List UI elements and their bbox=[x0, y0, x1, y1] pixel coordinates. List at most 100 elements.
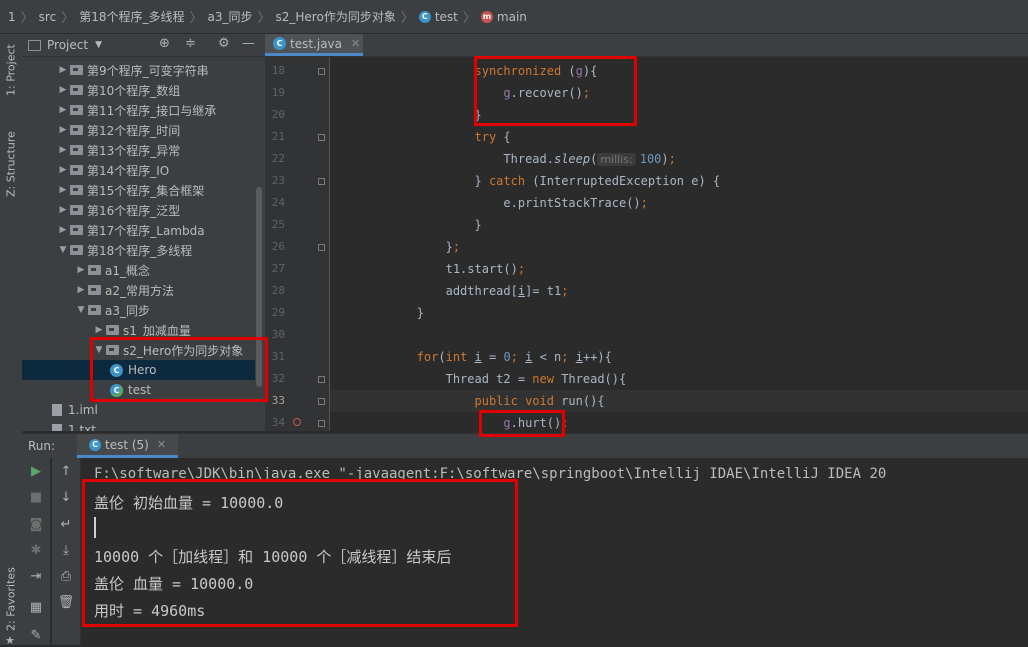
project-view-selector[interactable]: Project ▼ bbox=[28, 38, 102, 52]
tree-item[interactable]: ▶ 第13个程序_异常 bbox=[22, 140, 255, 160]
expand-arrow-right-icon[interactable]: ▶ bbox=[56, 85, 70, 95]
expand-arrow-down-icon[interactable]: ▼ bbox=[56, 245, 70, 255]
breadcrumb-item[interactable]: 1 bbox=[8, 10, 16, 24]
breadcrumb-item[interactable]: src bbox=[39, 10, 57, 24]
tree-item-label: 第18个程序_多线程 bbox=[87, 243, 193, 258]
tree-item[interactable]: 1.txt bbox=[22, 420, 255, 431]
override-icon[interactable] bbox=[293, 418, 301, 426]
rerun-icon[interactable]: ▶ bbox=[22, 464, 50, 479]
tree-item[interactable]: ▼ a3_同步 bbox=[22, 300, 255, 320]
crosshair-icon[interactable]: ⊕ bbox=[159, 36, 170, 51]
expand-arrow-right-icon[interactable]: ▶ bbox=[56, 225, 70, 235]
tree-item[interactable]: ▶ 第16个程序_泛型 bbox=[22, 200, 255, 220]
file-icon bbox=[52, 424, 62, 431]
expand-arrow-right-icon[interactable]: ▶ bbox=[56, 165, 70, 175]
code-token: Thread. bbox=[503, 152, 554, 166]
code-token: ( bbox=[438, 350, 446, 364]
tree-item[interactable]: ▶ a2_常用方法 bbox=[22, 280, 255, 300]
exit-icon[interactable]: ⇥ bbox=[22, 569, 50, 584]
soft-wrap-icon[interactable]: ↵ bbox=[52, 517, 80, 532]
arrow-up-icon[interactable]: ↑ bbox=[52, 464, 80, 479]
run-toolbar-secondary: ↑ ↓ ↵ ⤓ ⎙ 🗑 bbox=[52, 458, 81, 645]
tree-item[interactable]: ▶ 第11个程序_接口与继承 bbox=[22, 100, 255, 120]
code-line: Thread t2 = new Thread(){ bbox=[330, 368, 1028, 390]
favorites-tool-tab[interactable]: 2: Favorites bbox=[0, 559, 22, 639]
tree-item[interactable]: 1.iml bbox=[22, 400, 255, 420]
expand-arrow-right-icon[interactable]: ▶ bbox=[74, 285, 88, 295]
code-token: i bbox=[474, 350, 482, 364]
expand-arrow-right-icon[interactable]: ▶ bbox=[56, 105, 70, 115]
code-token: i bbox=[517, 284, 526, 298]
code-editor[interactable]: synchronized (g){ g.recover(); } try { T… bbox=[330, 57, 1028, 431]
expand-arrow-right-icon[interactable]: ▶ bbox=[92, 325, 106, 335]
tree-item-label: 第9个程序_可变字符串 bbox=[87, 63, 209, 78]
print-icon[interactable]: ⎙ bbox=[52, 569, 80, 584]
stop-icon[interactable]: ■ bbox=[22, 490, 50, 505]
code-token: sleep bbox=[553, 152, 591, 166]
tree-item[interactable]: ▶ 第15个程序_集合框架 bbox=[22, 180, 255, 200]
code-token: for bbox=[416, 350, 439, 364]
favorites-tool-tab-label: 2: Favorites bbox=[4, 567, 18, 631]
fold-marker-icon[interactable] bbox=[318, 398, 325, 405]
fold-marker-icon[interactable] bbox=[318, 420, 325, 427]
fold-marker-icon[interactable] bbox=[318, 68, 325, 75]
tree-item[interactable]: ▶ 第14个程序_IO bbox=[22, 160, 255, 180]
code-token: ; bbox=[452, 240, 461, 254]
pin-icon[interactable]: ★ bbox=[5, 634, 15, 647]
expand-arrow-right-icon[interactable]: ▶ bbox=[56, 205, 70, 215]
package-folder-icon bbox=[70, 205, 83, 215]
code-line: }; bbox=[330, 236, 1028, 258]
pin-icon[interactable]: ✎ bbox=[22, 628, 50, 643]
fold-marker-icon[interactable] bbox=[318, 244, 325, 251]
tree-item-label: a3_同步 bbox=[105, 303, 150, 318]
breadcrumb-item[interactable]: s2_Hero作为同步对象 bbox=[276, 8, 396, 25]
layout-icon[interactable]: ▦ bbox=[22, 600, 50, 615]
expand-arrow-right-icon[interactable]: ▶ bbox=[74, 265, 88, 275]
minimize-icon[interactable]: — bbox=[242, 36, 255, 51]
camera-icon[interactable]: ◙ bbox=[22, 517, 50, 532]
expand-arrow-down-icon[interactable]: ▼ bbox=[74, 305, 88, 315]
trash-icon[interactable]: 🗑 bbox=[52, 595, 80, 610]
line-number: 20 bbox=[271, 108, 285, 121]
breadcrumb-item[interactable]: 第18个程序_多线程 bbox=[79, 8, 184, 25]
debug-icon[interactable]: ✱ bbox=[22, 543, 50, 558]
breadcrumb-item[interactable]: a3_同步 bbox=[208, 8, 253, 25]
arrow-down-icon[interactable]: ↓ bbox=[52, 490, 80, 505]
code-token: (InterruptedException e) { bbox=[525, 174, 721, 188]
project-tool-tab-label: 1: Project bbox=[4, 44, 18, 96]
tree-item[interactable]: ▼ 第18个程序_多线程 bbox=[22, 240, 255, 260]
breadcrumb-item[interactable]: Ctest bbox=[418, 10, 458, 24]
collapse-all-icon[interactable]: ≑ bbox=[185, 36, 196, 51]
tree-item[interactable]: ▶ 第17个程序_Lambda bbox=[22, 220, 255, 240]
tree-item[interactable]: ▶ a1_概念 bbox=[22, 260, 255, 280]
breadcrumb-label: 1 bbox=[8, 9, 16, 24]
tree-item[interactable]: ▶ 第9个程序_可变字符串 bbox=[22, 60, 255, 80]
fold-marker-icon[interactable] bbox=[318, 376, 325, 383]
fold-marker-icon[interactable] bbox=[318, 134, 325, 141]
run-tab-test[interactable]: C test (5) ✕ bbox=[77, 434, 179, 458]
close-icon[interactable]: ✕ bbox=[351, 37, 360, 50]
scroll-to-end-icon[interactable]: ⤓ bbox=[52, 543, 80, 558]
structure-tool-tab[interactable]: Z: Structure bbox=[0, 122, 22, 206]
expand-arrow-right-icon[interactable]: ▶ bbox=[56, 125, 70, 135]
expand-arrow-right-icon[interactable]: ▶ bbox=[56, 65, 70, 75]
close-icon[interactable]: ✕ bbox=[157, 438, 166, 451]
code-token: } bbox=[445, 240, 453, 254]
code-token: ; bbox=[561, 284, 569, 298]
tree-item[interactable]: ▶ 第10个程序_数组 bbox=[22, 80, 255, 100]
expand-arrow-right-icon[interactable]: ▶ bbox=[56, 185, 70, 195]
fold-marker-icon[interactable] bbox=[318, 178, 325, 185]
tree-item-label: 第13个程序_异常 bbox=[87, 143, 181, 158]
package-folder-icon bbox=[70, 145, 83, 155]
breadcrumb-item[interactable]: m main bbox=[480, 10, 527, 24]
project-tool-tab[interactable]: 1: Project bbox=[0, 38, 22, 102]
code-line: Thread.sleep(millis: 100); bbox=[330, 148, 1028, 170]
breadcrumb-separator-icon: 〉 bbox=[189, 11, 203, 26]
expand-arrow-right-icon[interactable]: ▶ bbox=[56, 145, 70, 155]
tree-item[interactable]: ▶ 第12个程序_时间 bbox=[22, 120, 255, 140]
tab-test-java[interactable]: C test.java ✕ bbox=[265, 34, 363, 56]
gear-icon[interactable]: ⚙ bbox=[218, 36, 230, 51]
